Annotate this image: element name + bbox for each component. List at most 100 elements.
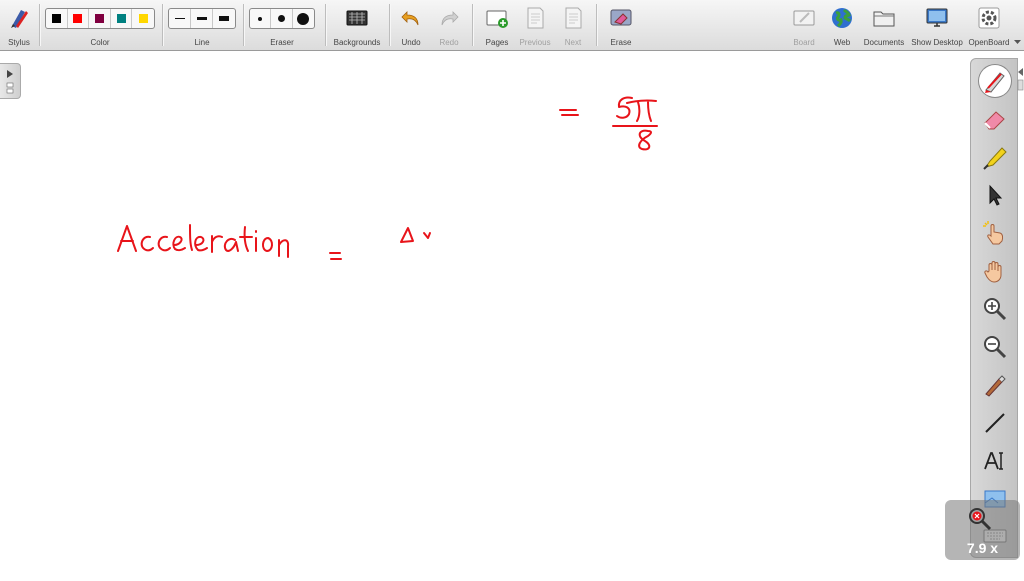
left-panel-toggle[interactable] xyxy=(0,63,21,99)
toolbar-separator xyxy=(243,4,245,46)
line-group: Line xyxy=(167,2,237,49)
documents-label: Documents xyxy=(863,38,905,47)
collapse-arrow-icon xyxy=(1017,68,1024,91)
next-page-button[interactable]: Next xyxy=(556,2,590,49)
eraser-icon xyxy=(984,111,1005,130)
redo-button[interactable]: Redo xyxy=(434,2,464,49)
erase-button[interactable]: Erase xyxy=(604,2,638,49)
openboard-label: OpenBoard xyxy=(968,38,1010,47)
undo-button[interactable]: Undo xyxy=(396,2,426,49)
ink-letter-e2 xyxy=(194,235,208,252)
zoom-indicator: 7.9 x xyxy=(945,500,1020,560)
previous-page-button[interactable]: Previous xyxy=(518,2,552,49)
chevron-down-icon[interactable] xyxy=(1013,38,1022,47)
ink-partial-v xyxy=(423,232,431,239)
ink-pi xyxy=(626,99,657,122)
color-swatch-maroon[interactable] xyxy=(89,9,111,28)
openboard-menu-button[interactable]: OpenBoard xyxy=(966,2,1012,49)
undo-icon xyxy=(401,11,419,26)
toolbar-separator xyxy=(39,4,41,46)
whiteboard-canvas[interactable] xyxy=(0,52,1024,576)
redo-icon xyxy=(441,11,459,26)
text-tool[interactable] xyxy=(979,445,1011,477)
ink-letter-e1 xyxy=(172,235,186,252)
line-medium-option[interactable] xyxy=(191,9,213,28)
web-button[interactable]: Web xyxy=(826,2,858,49)
backgrounds-button[interactable]: Backgrounds xyxy=(330,2,384,49)
erase-board-icon xyxy=(610,9,632,26)
zoom-level-text: 7.9 x xyxy=(966,540,999,556)
text-icon xyxy=(984,452,1003,470)
ink-digit-eight xyxy=(638,129,652,151)
line-icon xyxy=(985,413,1005,433)
selector-tool[interactable] xyxy=(979,179,1011,211)
eraser-medium-option[interactable] xyxy=(271,9,293,28)
color-swatch-red[interactable] xyxy=(68,9,90,28)
next-label: Next xyxy=(564,38,582,47)
pen-tool[interactable] xyxy=(979,65,1011,97)
highlighter-tool[interactable] xyxy=(979,141,1011,173)
stylus-label: Stylus xyxy=(8,38,30,47)
toolbar-separator xyxy=(389,4,391,46)
ink-letter-l xyxy=(189,224,193,251)
pen-icon xyxy=(985,72,1005,93)
folder-icon xyxy=(873,11,895,27)
interact-tool[interactable] xyxy=(979,217,1011,249)
hand-icon xyxy=(984,261,1002,283)
monitor-icon xyxy=(926,8,948,27)
color-swatch-teal[interactable] xyxy=(111,9,133,28)
zoom-magnifier-icon xyxy=(969,508,992,531)
pointer-icon xyxy=(989,184,1003,206)
color-swatch-black[interactable] xyxy=(46,9,68,28)
line-tool[interactable] xyxy=(979,407,1011,439)
ink-letter-c1 xyxy=(140,235,154,252)
board-button[interactable]: Board xyxy=(788,2,820,49)
stylus-icon xyxy=(11,10,28,28)
eraser-size-picker xyxy=(249,8,315,29)
board-label: Board xyxy=(793,38,815,47)
ink-equals-top xyxy=(559,109,579,116)
ink-equals-mid xyxy=(329,252,342,260)
ink-letter-r xyxy=(211,235,223,253)
color-group: Color xyxy=(44,2,156,49)
web-label: Web xyxy=(833,38,851,47)
highlighter-icon xyxy=(983,147,1007,170)
zoom-in-tool[interactable] xyxy=(979,293,1011,325)
stylus-button[interactable]: Stylus xyxy=(2,2,36,49)
line-label: Line xyxy=(194,38,210,47)
toolbar-separator xyxy=(325,4,327,46)
color-label: Color xyxy=(90,38,110,47)
toolbar-separator xyxy=(472,4,474,46)
capture-tool[interactable] xyxy=(979,369,1011,401)
eraser-group: Eraser xyxy=(248,2,316,49)
ink-letter-a xyxy=(117,225,137,252)
toolbar-separator xyxy=(162,4,164,46)
previous-page-icon xyxy=(527,7,544,29)
ink-letter-a2 xyxy=(223,238,239,252)
eraser-label: Eraser xyxy=(270,38,294,47)
show-desktop-label: Show Desktop xyxy=(911,38,963,47)
handwriting-strokes xyxy=(117,96,658,260)
documents-button[interactable]: Documents xyxy=(862,2,906,49)
capture-pen-icon xyxy=(985,375,1006,397)
line-thin-option[interactable] xyxy=(169,9,191,28)
zoom-out-icon xyxy=(984,336,1007,359)
stylus-palette xyxy=(970,58,1018,558)
zoom-out-tool[interactable] xyxy=(979,331,1011,363)
color-swatch-yellow[interactable] xyxy=(132,9,154,28)
show-desktop-button[interactable]: Show Desktop xyxy=(910,2,964,49)
line-thick-option[interactable] xyxy=(213,9,235,28)
erase-label: Erase xyxy=(610,38,632,47)
globe-icon xyxy=(832,8,852,28)
eraser-tool[interactable] xyxy=(979,103,1011,135)
eraser-large-option[interactable] xyxy=(293,9,314,28)
right-edge-handle[interactable] xyxy=(1016,64,1024,94)
eraser-small-option[interactable] xyxy=(250,9,272,28)
pages-button[interactable]: Pages xyxy=(480,2,514,49)
color-palette xyxy=(45,8,155,29)
zoom-in-icon xyxy=(984,298,1007,321)
backgrounds-icon xyxy=(346,10,368,26)
hand-tool[interactable] xyxy=(979,255,1011,287)
next-page-icon xyxy=(565,7,582,29)
laser-pointer-icon xyxy=(983,221,1004,245)
